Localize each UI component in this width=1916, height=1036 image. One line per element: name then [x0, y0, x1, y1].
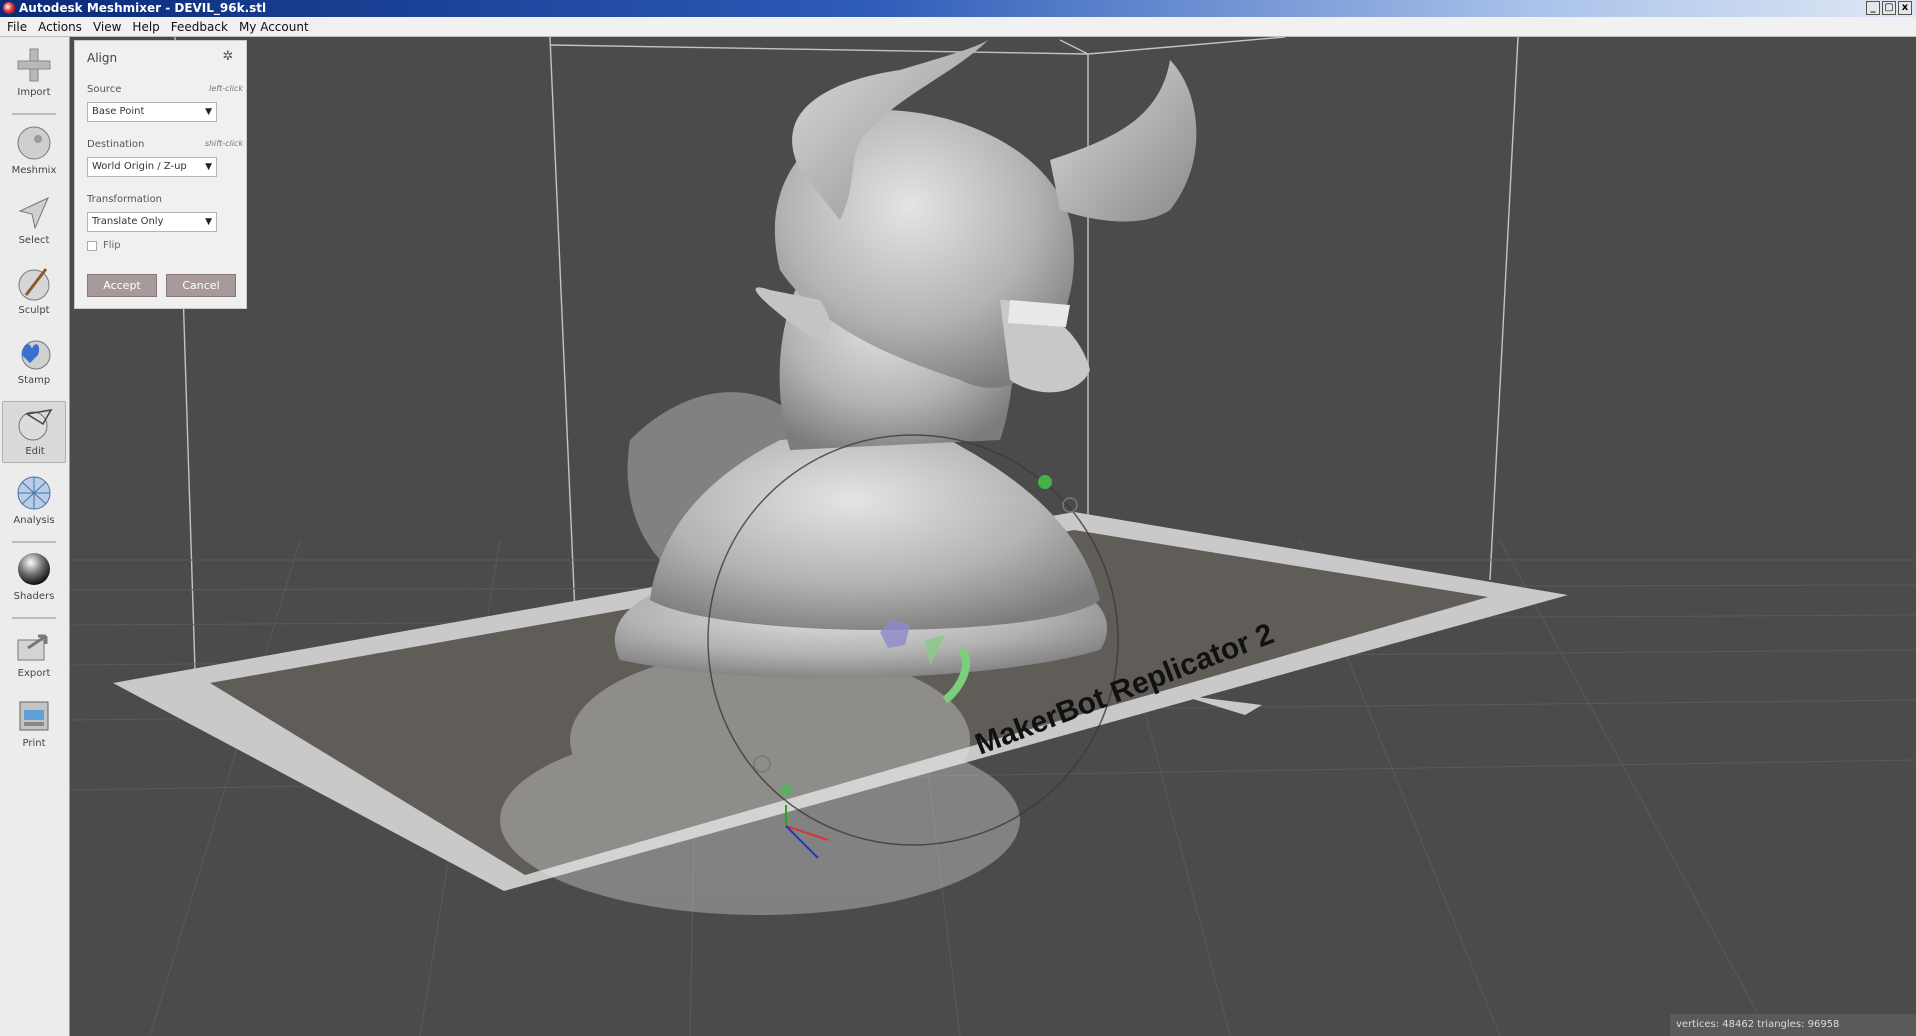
- select-arrow-icon: [18, 196, 49, 230]
- menu-my-account[interactable]: My Account: [234, 20, 315, 34]
- chevron-down-icon: ▼: [205, 217, 212, 227]
- sphere-icon: [18, 553, 50, 585]
- stamp-icon: [21, 340, 51, 370]
- tool-export[interactable]: Export: [2, 624, 66, 686]
- gear-icon[interactable]: ✲: [221, 50, 235, 64]
- tool-label: Select: [18, 235, 50, 246]
- window-controls: _ ▢ x: [1866, 1, 1912, 15]
- menu-help[interactable]: Help: [127, 20, 165, 34]
- tool-select[interactable]: Select: [2, 191, 66, 253]
- destination-label: Destination: [87, 139, 145, 150]
- destination-select[interactable]: World Origin / Z-up ▼: [87, 157, 217, 177]
- mesh-stats-status: vertices: 48462 triangles: 96958: [1670, 1014, 1916, 1036]
- cancel-button[interactable]: Cancel: [166, 274, 236, 297]
- accept-button[interactable]: Accept: [87, 274, 157, 297]
- destination-hint: shift-click: [204, 139, 243, 148]
- tool-label: Shaders: [13, 591, 55, 602]
- app-icon: [3, 2, 15, 14]
- tool-label: Print: [22, 738, 46, 749]
- menu-file[interactable]: File: [2, 20, 33, 34]
- tool-meshmix[interactable]: Meshmix: [2, 121, 66, 183]
- minimize-button[interactable]: _: [1866, 1, 1880, 15]
- menu-actions[interactable]: Actions: [33, 20, 88, 34]
- printer-icon: [19, 701, 49, 731]
- chevron-down-icon: ▼: [205, 107, 212, 117]
- tool-label: Import: [17, 87, 51, 98]
- transformation-label: Transformation: [87, 194, 163, 205]
- tool-import[interactable]: Import: [2, 43, 66, 105]
- tool-sculpt[interactable]: Sculpt: [2, 261, 66, 323]
- tool-label: Stamp: [17, 375, 51, 386]
- transformation-select[interactable]: Translate Only ▼: [87, 212, 217, 232]
- tool-label: Sculpt: [18, 305, 50, 316]
- tool-print[interactable]: Print: [2, 694, 66, 756]
- tool-label: Meshmix: [11, 165, 57, 176]
- separator: [12, 113, 56, 115]
- separator: [12, 617, 56, 619]
- transformation-select-value: Translate Only: [92, 216, 164, 227]
- menu-view[interactable]: View: [88, 20, 127, 34]
- flip-checkbox[interactable]: [87, 241, 97, 251]
- tool-stamp[interactable]: Stamp: [2, 331, 66, 393]
- plus-icon: [17, 48, 51, 82]
- close-button[interactable]: x: [1898, 1, 1912, 15]
- chevron-down-icon: ▼: [205, 162, 212, 172]
- source-hint: left-click: [209, 84, 243, 93]
- scene-canvas: MakerBot Replicator 2: [70, 37, 1916, 1036]
- brush-icon: [18, 268, 50, 301]
- menu-feedback[interactable]: Feedback: [166, 20, 234, 34]
- edit-icon: [18, 409, 53, 441]
- window-title: Autodesk Meshmixer - DEVIL_96k.stl: [19, 1, 267, 15]
- flip-label: Flip: [103, 240, 121, 251]
- 3d-viewport[interactable]: MakerBot Replicator 2: [70, 37, 1916, 1036]
- tool-label: Edit: [25, 446, 45, 457]
- menu-bar: File Actions View Help Feedback My Accou…: [0, 17, 1916, 37]
- tool-label: Export: [17, 668, 51, 679]
- destination-select-value: World Origin / Z-up: [92, 161, 187, 172]
- tool-shaders[interactable]: Shaders: [2, 547, 66, 609]
- align-panel: Align ✲ Source left-click Base Point ▼ D…: [74, 40, 247, 309]
- gizmo-handle-green: [1038, 475, 1052, 489]
- meshmix-icon: [17, 126, 51, 160]
- tool-edit[interactable]: Edit: [2, 401, 66, 463]
- analysis-icon: [17, 476, 51, 510]
- window-title-bar: Autodesk Meshmixer - DEVIL_96k.stl _ ▢ x: [0, 0, 1916, 17]
- separator: [12, 541, 56, 543]
- maximize-button[interactable]: ▢: [1882, 1, 1896, 15]
- tool-label: Analysis: [13, 515, 55, 526]
- tool-analysis[interactable]: Analysis: [2, 471, 66, 533]
- export-icon: [17, 634, 48, 661]
- panel-title: Align: [87, 51, 118, 65]
- source-select-value: Base Point: [92, 106, 145, 117]
- source-label: Source: [87, 84, 122, 95]
- tool-sidebar: Import Meshmix Select Sculpt Stamp Edit …: [0, 37, 70, 1036]
- source-select[interactable]: Base Point ▼: [87, 102, 217, 122]
